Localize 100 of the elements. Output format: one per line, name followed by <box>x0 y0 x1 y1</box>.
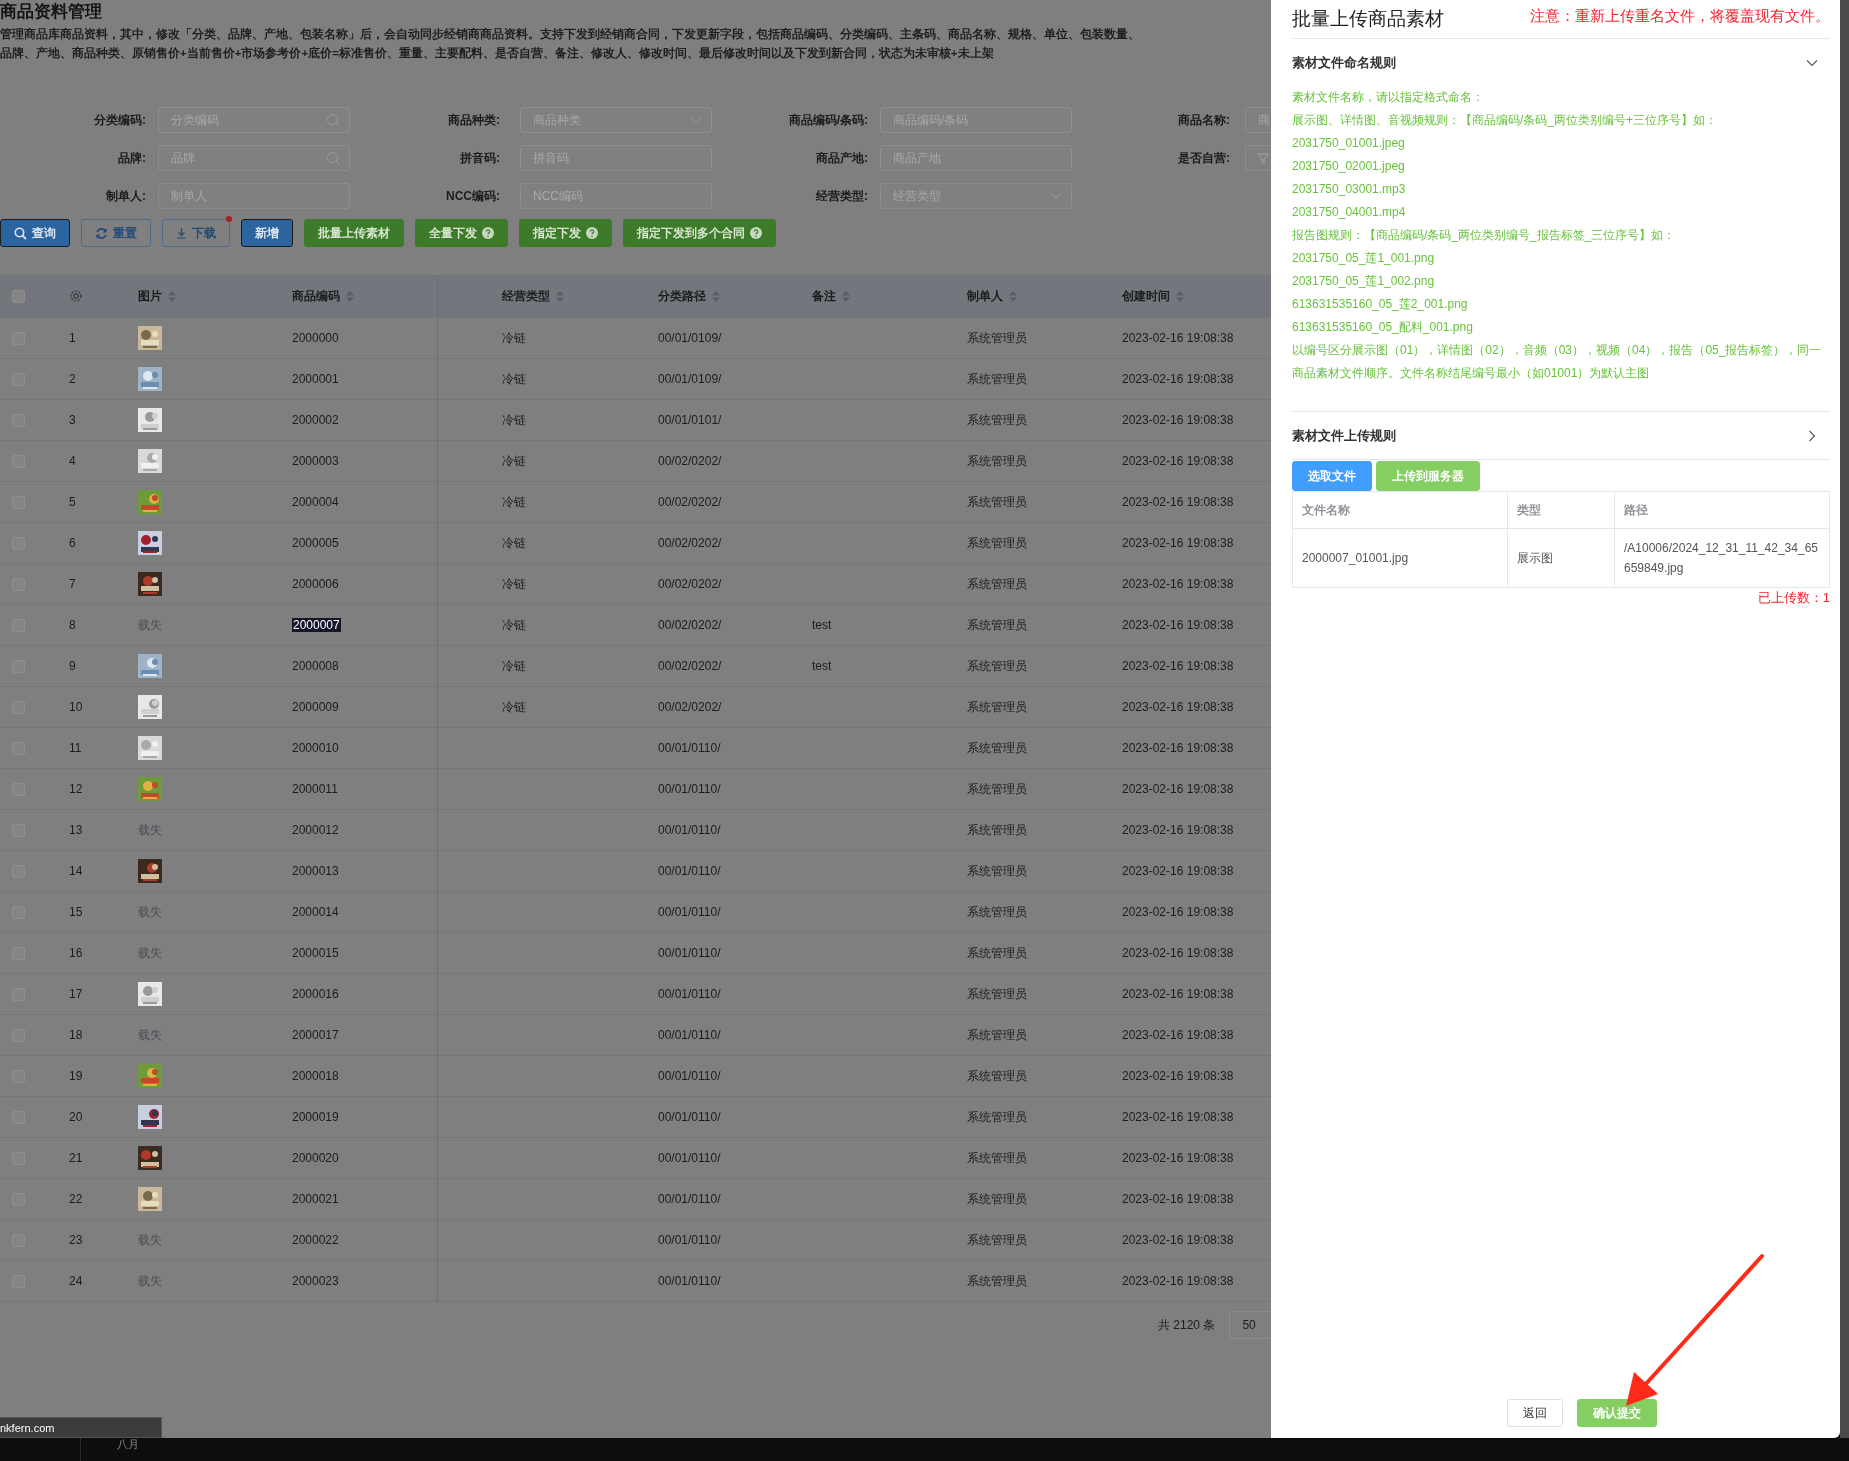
action-button[interactable]: 批量上传素材 <box>304 219 404 247</box>
rule-text: 2031750_01001.jpeg <box>1292 135 1406 152</box>
table-cell: 冷链 <box>502 616 526 634</box>
table-cell: 00/01/0110/ <box>658 905 721 919</box>
row-number: 24 <box>69 1274 83 1288</box>
table-cell: 2000023 <box>292 1274 339 1288</box>
action-button[interactable]: 全量下发 <box>415 219 508 247</box>
sort-icon[interactable] <box>1009 290 1017 302</box>
row-number: 5 <box>69 495 76 509</box>
table-cell: 2023-02-16 19:08:38 <box>1122 659 1234 673</box>
table-cell: 系统管理员 <box>967 329 1027 347</box>
action-button[interactable]: 新增 <box>241 219 293 247</box>
table-cell: 2023-02-16 19:08:38 <box>1122 1151 1234 1165</box>
column-header: 备注 <box>812 287 836 305</box>
sort-icon[interactable] <box>1176 290 1184 302</box>
taskbar-label: 八月 <box>116 1438 139 1450</box>
rule-text: 613631535160_05_莲2_001.png <box>1292 296 1469 313</box>
table-cell: 系统管理员 <box>967 1272 1027 1290</box>
column-header: 路径 <box>1624 502 1648 517</box>
table-cell: 2000005 <box>292 536 339 550</box>
table-cell: 2000021 <box>292 1192 339 1206</box>
sort-icon[interactable] <box>712 290 720 302</box>
action-button[interactable]: 查询 <box>0 219 70 247</box>
upload-button[interactable]: 选取文件 <box>1292 461 1372 491</box>
row-number: 18 <box>69 1028 83 1042</box>
table-cell: 冷链 <box>502 657 526 675</box>
table-cell: 冷链 <box>502 698 526 716</box>
action-button[interactable]: 重置 <box>81 219 151 247</box>
action-button[interactable]: 下载 <box>162 219 230 247</box>
table-cell: /A10006/2024_12_31_11_42_34_65659849.jpg <box>1624 541 1818 575</box>
field-label: 品牌: <box>117 149 146 167</box>
table-cell: 00/01/0110/ <box>658 1028 721 1042</box>
table-cell: 2000008 <box>292 659 339 673</box>
action-button[interactable]: 指定下发 <box>519 219 612 247</box>
table-cell: 2023-02-16 19:08:38 <box>1122 864 1234 878</box>
warning-text: 注意：重新上传重名文件，将覆盖现有文件。 <box>1530 7 1830 26</box>
row-number: 23 <box>69 1233 83 1247</box>
table-cell: 00/02/0202/ <box>658 454 722 468</box>
table-cell: 冷链 <box>502 575 526 593</box>
table-cell: 2000007 <box>292 618 341 632</box>
table-cell: 冷链 <box>502 452 526 470</box>
table-cell: 00/02/0202/ <box>658 536 722 550</box>
back-button[interactable]: 返回 <box>1507 1399 1563 1427</box>
action-button[interactable]: 指定下发到多个合同 <box>623 219 776 247</box>
table-cell: 00/02/0202/ <box>658 577 722 591</box>
table-cell: 2023-02-16 19:08:38 <box>1122 700 1234 714</box>
panel-title: 批量上传商品素材 <box>1292 7 1444 31</box>
row-number: 10 <box>69 700 83 714</box>
field-label: 商品编码/条码: <box>787 111 868 129</box>
table-cell: 系统管理员 <box>967 780 1027 798</box>
table-cell: 冷链 <box>502 370 526 388</box>
table-cell: 系统管理员 <box>967 1108 1027 1126</box>
table-cell: 00/01/0110/ <box>658 1192 721 1206</box>
help-icon <box>586 227 598 239</box>
table-cell: 00/01/0110/ <box>658 946 721 960</box>
chevron-right-icon[interactable] <box>1806 429 1818 442</box>
table-cell: 系统管理员 <box>967 944 1027 962</box>
table-cell: 冷链 <box>502 329 526 347</box>
rule-text: 2031750_05_莲1_002.png <box>1292 273 1436 290</box>
download-icon <box>176 227 187 239</box>
field-label: 分类编码: <box>93 111 146 129</box>
table-cell: 系统管理员 <box>967 1190 1027 1208</box>
table-cell: 00/02/0202/ <box>658 495 722 509</box>
row-number: 4 <box>69 454 76 468</box>
table-cell: test <box>812 659 832 673</box>
table-cell: 00/01/0110/ <box>658 987 721 1001</box>
column-header: 商品编码 <box>292 287 340 305</box>
table-cell: 00/02/0202/ <box>658 659 722 673</box>
table-cell: 00/01/0101/ <box>658 413 722 427</box>
table-cell: 2023-02-16 19:08:38 <box>1122 372 1234 386</box>
sort-icon[interactable] <box>556 290 564 302</box>
search-icon <box>326 151 340 165</box>
sort-icon[interactable] <box>168 290 176 302</box>
table-cell: 2023-02-16 19:08:38 <box>1122 1274 1234 1288</box>
table-cell: 2000003 <box>292 454 339 468</box>
table-cell: 2000009 <box>292 700 339 714</box>
table-cell: 2000020 <box>292 1151 339 1165</box>
upload-count: 已上传数：1 <box>1757 590 1830 605</box>
table-cell: 冷链 <box>502 534 526 552</box>
table-cell: 00/01/0110/ <box>658 1274 721 1288</box>
settings-icon[interactable] <box>69 289 83 303</box>
table-cell: 2023-02-16 19:08:38 <box>1122 823 1234 837</box>
table-cell: 2023-02-16 19:08:38 <box>1122 577 1234 591</box>
table-cell: 系统管理员 <box>967 493 1027 511</box>
rule-text: 2031750_05_莲1_001.png <box>1292 250 1436 267</box>
rule-text: 以编号区分展示图（01），详情图（02），音频（03），视频（04），报告（05_报告标签），同一商品素材文件顺序。文件名称结尾编号最小（如01001）为默认主图 <box>1292 342 1823 382</box>
row-number: 6 <box>69 536 76 550</box>
status-url: nkfern.com <box>0 1421 55 1434</box>
checkbox[interactable] <box>12 289 25 303</box>
row-number: 13 <box>69 823 83 837</box>
help-icon <box>750 227 762 239</box>
rule-text: 2031750_02001.jpeg <box>1292 158 1406 175</box>
total-count: 共 2120 条 <box>1158 1316 1216 1334</box>
table-cell: 2000010 <box>292 741 339 755</box>
table-cell: 系统管理员 <box>967 985 1027 1003</box>
sort-icon[interactable] <box>346 290 354 302</box>
table-cell: 00/01/0110/ <box>658 1110 721 1124</box>
table-cell: 系统管理员 <box>967 370 1027 388</box>
sort-icon[interactable] <box>842 290 850 302</box>
table-cell: 2023-02-16 19:08:38 <box>1122 1028 1234 1042</box>
